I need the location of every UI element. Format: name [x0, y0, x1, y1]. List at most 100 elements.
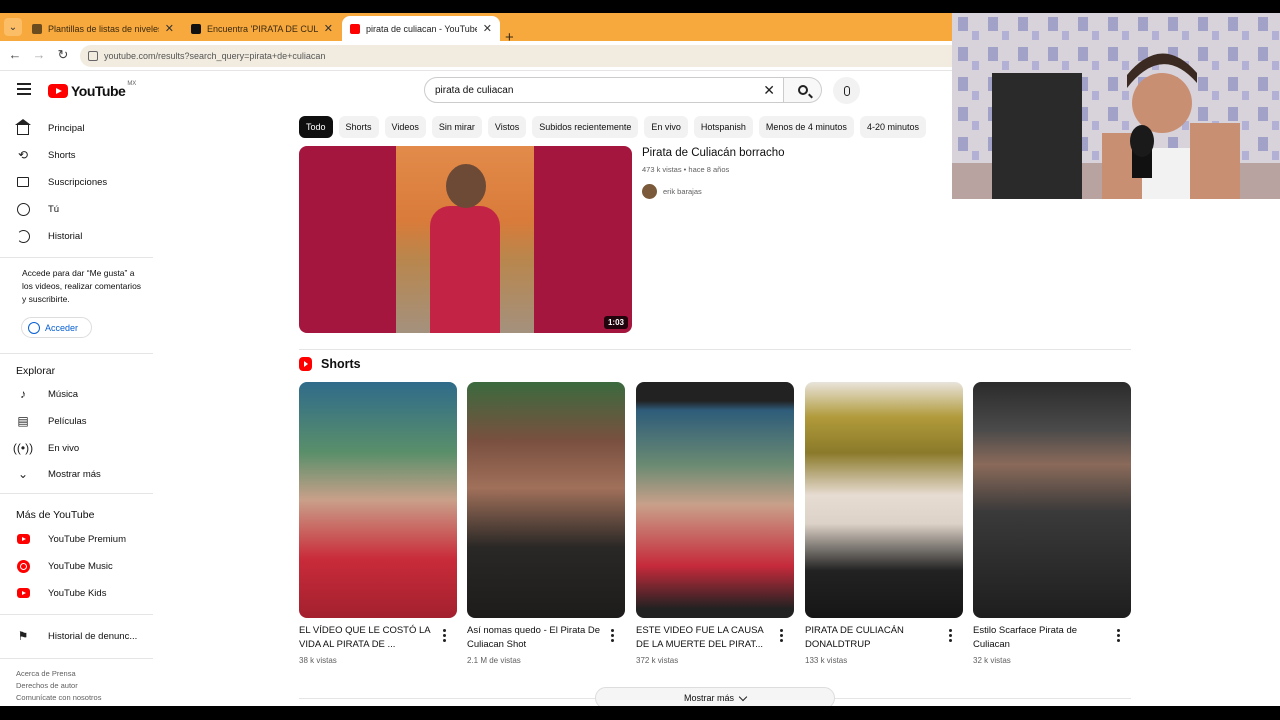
chip-subidos-recientemente[interactable]: Subidos recientemente [532, 116, 639, 138]
sidebar-item-tu[interactable]: Tú [16, 197, 146, 221]
chip-shorts[interactable]: Shorts [338, 116, 379, 138]
browser-tab-3-active[interactable]: pirata de culiacan - YouTube ✕ [342, 16, 500, 41]
video-thumbnail[interactable]: 1:03 [299, 146, 632, 333]
short-title[interactable]: EL VÍDEO QUE LE COSTÓ LA VIDA AL PIRATA … [299, 624, 437, 652]
sidebar-item-mostrar-mas[interactable]: ⌄ Mostrar más [16, 462, 146, 486]
signin-note: Accede para dar “Me gusta” a los videos,… [22, 268, 142, 304]
chip-videos[interactable]: Videos [384, 116, 426, 138]
show-more-button[interactable]: Mostrar más [595, 687, 835, 706]
sidebar-item-label: Tú [48, 203, 60, 215]
video-title[interactable]: Pirata de Culiacán borracho [642, 147, 785, 159]
close-tab-icon[interactable]: ✕ [483, 22, 492, 35]
short-title[interactable]: Estilo Scarface Pirata de Culiacan [973, 624, 1111, 652]
footer-link-about[interactable]: Acerca de Prensa [16, 668, 101, 680]
channel-name[interactable]: erik barajas [663, 187, 702, 196]
browser-tab-1[interactable]: Plantillas de listas de niveles de ✕ [24, 16, 182, 41]
sidebar-item-suscripciones[interactable]: Suscripciones [16, 170, 146, 194]
reload-icon[interactable]: ↻ [55, 47, 71, 63]
short-thumbnail[interactable] [467, 382, 625, 618]
chip-todo[interactable]: Todo [299, 116, 333, 138]
sidebar-item-youtube-music[interactable]: YouTube Music [16, 554, 146, 578]
youtube-premium-icon [16, 532, 30, 546]
live-icon: ((•)) [12, 441, 34, 455]
browser-tab-2[interactable]: Encuentra 'PIRATA DE CULIACA ✕ [183, 16, 341, 41]
more-options-icon[interactable] [443, 629, 447, 642]
search-button[interactable] [784, 77, 822, 103]
sidebar-item-shorts[interactable]: ⟲ Shorts [16, 143, 146, 167]
explore-heading: Explorar [16, 365, 56, 377]
sidebar-item-label: Suscripciones [48, 176, 108, 188]
search-input[interactable]: pirata de culiacan ✕ [424, 77, 784, 103]
short-thumbnail[interactable] [805, 382, 963, 618]
more-options-icon[interactable] [611, 629, 615, 642]
sidebar-divider [0, 493, 153, 494]
sidebar-item-musica[interactable]: ♪ Música [16, 382, 146, 406]
short-thumbnail[interactable] [973, 382, 1131, 618]
more-from-youtube-heading: Más de YouTube [16, 509, 95, 521]
more-options-icon[interactable] [949, 629, 953, 642]
short-thumbnail[interactable] [636, 382, 794, 618]
sidebar-item-label: Mostrar más [48, 468, 101, 480]
sidebar-item-historial[interactable]: Historial [16, 224, 146, 248]
close-tab-icon[interactable]: ✕ [165, 22, 174, 35]
sidebar-item-youtube-premium[interactable]: YouTube Premium [16, 527, 146, 551]
youtube-play-icon [48, 84, 68, 98]
sidebar-item-youtube-kids[interactable]: YouTube Kids [16, 581, 146, 605]
youtube-music-icon [16, 559, 30, 573]
footer-link-copyright[interactable]: Derechos de autor [16, 680, 101, 692]
thumbnail-frame [396, 146, 534, 333]
tab-search-button[interactable]: ⌄ [4, 18, 22, 36]
chip-sin-mirar[interactable]: Sin mirar [431, 116, 482, 138]
sidebar-item-principal[interactable]: Principal [15, 116, 146, 140]
sidebar-item-label: Shorts [48, 149, 76, 161]
sidebar-item-label: Música [48, 388, 79, 400]
youtube-logo[interactable]: YouTube MX [48, 81, 136, 99]
site-info-icon[interactable] [88, 51, 98, 61]
sidebar-item-label: YouTube Music [48, 560, 113, 572]
webcam-overlay [952, 13, 1280, 199]
short-card[interactable]: PIRATA DE CULIACÁN DONALDTRUP 133 k vist… [805, 382, 963, 665]
sheets-favicon-icon [32, 23, 42, 34]
more-options-icon[interactable] [1117, 629, 1121, 642]
voice-search-button[interactable] [833, 77, 860, 104]
back-arrow-icon[interactable]: ← [7, 47, 23, 62]
menu-icon[interactable] [17, 83, 31, 95]
channel-avatar[interactable] [642, 184, 657, 199]
url-text: youtube.com/results?search_query=pirata+… [104, 51, 326, 61]
chip-menos-de-4-minutos[interactable]: Menos de 4 minutos [758, 116, 854, 138]
short-views: 372 k vistas [636, 656, 679, 665]
sidebar-item-label: Historial de denunc... [48, 630, 138, 642]
footer-link-contact[interactable]: Comunícate con nosotros [16, 692, 101, 704]
chip-4-20-minutos[interactable]: 4-20 minutos [859, 116, 926, 138]
short-title[interactable]: PIRATA DE CULIACÁN DONALDTRUP [805, 624, 943, 652]
signin-button[interactable]: Acceder [21, 317, 92, 338]
sidebar-item-en-vivo[interactable]: ((•)) En vivo [12, 436, 146, 460]
sidebar-item-label: En vivo [48, 442, 80, 454]
search-query-text: pirata de culiacan [435, 84, 514, 96]
tab-title: Plantillas de listas de niveles de [48, 23, 159, 34]
chip-hotspanish[interactable]: Hotspanish [693, 116, 753, 138]
sidebar-divider [0, 257, 153, 258]
shorts-heading-text: Shorts [321, 357, 361, 371]
clear-search-icon[interactable]: ✕ [763, 82, 775, 99]
short-title[interactable]: Así nomas quedo - El Pirata De Culiacan … [467, 624, 605, 652]
short-card[interactable]: EL VÍDEO QUE LE COSTÓ LA VIDA AL PIRATA … [299, 382, 457, 665]
search-icon [797, 85, 808, 95]
more-options-icon[interactable] [780, 629, 784, 642]
sidebar-item-peliculas[interactable]: ▤ Películas [16, 409, 146, 433]
short-card[interactable]: Estilo Scarface Pirata de Culiacan 32 k … [973, 382, 1131, 665]
close-tab-icon[interactable]: ✕ [324, 22, 333, 35]
short-card[interactable]: Así nomas quedo - El Pirata De Culiacan … [467, 382, 625, 665]
short-title[interactable]: ESTE VIDEO FUE LA CAUSA DE LA MUERTE DEL… [636, 624, 774, 652]
chip-en-vivo[interactable]: En vivo [644, 116, 688, 138]
account-icon [28, 321, 40, 334]
short-thumbnail[interactable] [299, 382, 457, 618]
short-card[interactable]: ESTE VIDEO FUE LA CAUSA DE LA MUERTE DEL… [636, 382, 794, 665]
forward-arrow-icon[interactable]: → [31, 47, 47, 62]
short-views: 38 k vistas [299, 656, 337, 665]
sidebar-item-label: Historial [48, 230, 83, 242]
video-channel[interactable]: erik barajas [642, 184, 702, 199]
sidebar-item-report-history[interactable]: ⚑ Historial de denunc... [16, 624, 146, 648]
chip-vistos[interactable]: Vistos [487, 116, 527, 138]
short-views: 2.1 M de vistas [467, 656, 521, 665]
